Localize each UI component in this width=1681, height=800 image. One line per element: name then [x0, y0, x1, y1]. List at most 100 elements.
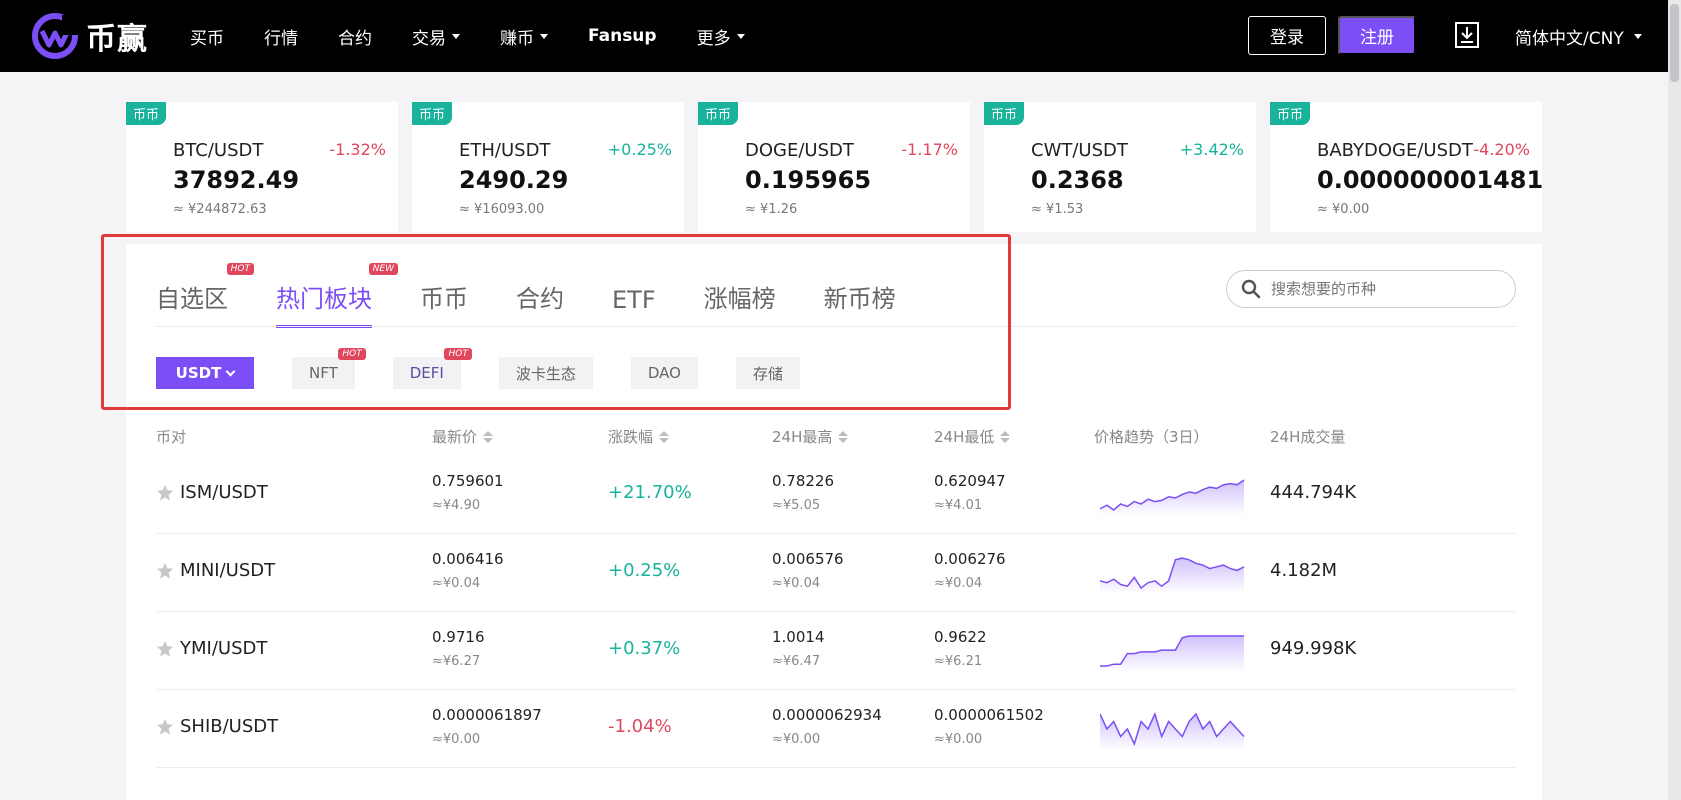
- ticker-price: 0.000000001481: [1317, 166, 1544, 194]
- high-price-cell: 0.78226 ≈¥5.05: [772, 472, 834, 513]
- market-tag: 币币: [698, 102, 739, 125]
- nav-item-label: 赚币: [500, 28, 534, 49]
- download-icon[interactable]: [1455, 22, 1479, 48]
- header-last-price[interactable]: 最新价: [432, 426, 494, 447]
- caret-down-icon: [1633, 33, 1642, 39]
- nav-item[interactable]: 赚币: [500, 24, 548, 49]
- nav-item[interactable]: 更多: [697, 24, 745, 49]
- login-button[interactable]: 登录: [1248, 16, 1326, 55]
- table-row[interactable]: ISM/USDT 0.759601 ≈¥4.90 0.78226 ≈¥5.05 0.620…: [156, 456, 1516, 534]
- sector-chip[interactable]: NFT HOT: [292, 348, 366, 389]
- low-price-cell: 0.006276 ≈¥0.04: [934, 550, 1006, 591]
- sector-chip[interactable]: 存储: [735, 357, 800, 389]
- ticker-pair: BTC/USDT: [173, 140, 264, 161]
- low-price-cell: 0.620947 ≈¥4.01: [934, 472, 1006, 513]
- tab-label: 热门板块: [276, 285, 372, 313]
- tab-1[interactable]: 自选区 HOT: [156, 263, 254, 328]
- last-price-cny: ≈¥4.90: [432, 498, 481, 513]
- sector-badge: HOT: [338, 348, 366, 360]
- table-row[interactable]: SHIB/USDT 0.0000061897 ≈¥0.00 0.0000062934 ≈…: [156, 690, 1516, 768]
- ticker-cny: ≈ ¥244872.63: [173, 202, 267, 217]
- market-tag: 币币: [984, 102, 1025, 125]
- nav-item[interactable]: Fansup: [588, 26, 657, 46]
- tab-3[interactable]: 币币: [420, 279, 468, 328]
- nav-item[interactable]: 买币: [190, 24, 224, 49]
- price-trend-sparkline: [1100, 557, 1245, 594]
- ticker-change: +3.42%: [1179, 140, 1244, 159]
- high-price-cny: ≈¥6.47: [772, 654, 821, 669]
- ticker-cards: 币币 BTC/USDT -1.32% 37892.49 ≈ ¥244872.63 币币 ET…: [126, 102, 1544, 232]
- market-tag: 币币: [412, 102, 453, 125]
- sector-chip[interactable]: DEFI HOT: [392, 348, 472, 389]
- ticker-card[interactable]: 币币 BTC/USDT -1.32% 37892.49 ≈ ¥244872.63: [126, 102, 398, 232]
- register-button[interactable]: 注册: [1338, 16, 1416, 55]
- ticker-card[interactable]: 币币 CWT/USDT +3.42% 0.2368 ≈ ¥1.53: [984, 102, 1256, 232]
- scrollbar[interactable]: [1668, 0, 1681, 800]
- last-price-value: 0.9716: [432, 628, 485, 646]
- ticker-card[interactable]: 币币 BABYDOGE/USDT -4.20% 0.000000001481 ≈ ¥0.…: [1270, 102, 1544, 232]
- ticker-cny: ≈ ¥1.53: [1031, 202, 1084, 217]
- last-price-cell: 0.9716 ≈¥6.27: [432, 628, 485, 669]
- language-selector[interactable]: 简体中文/CNY: [1515, 0, 1642, 72]
- sector-chip[interactable]: 波卡生态: [498, 357, 593, 389]
- market-tag: 币币: [1270, 102, 1311, 125]
- last-price-value: 0.759601: [432, 472, 504, 490]
- tab-4[interactable]: 合约: [516, 279, 564, 328]
- star-icon[interactable]: [156, 484, 174, 502]
- pair-cell: SHIB/USDT: [156, 716, 278, 737]
- star-icon[interactable]: [156, 562, 174, 580]
- tab-label: 新币榜: [823, 285, 896, 313]
- pair-name[interactable]: SHIB/USDT: [180, 716, 278, 737]
- star-icon[interactable]: [156, 640, 174, 658]
- pair-name[interactable]: ISM/USDT: [180, 482, 268, 503]
- nav-item[interactable]: 合约: [338, 24, 372, 49]
- change-value: +0.25%: [608, 560, 681, 581]
- nav-item[interactable]: 行情: [264, 24, 298, 49]
- scrollbar-thumb[interactable]: [1670, 4, 1679, 82]
- sector-chip[interactable]: USDT: [156, 357, 254, 389]
- search-input[interactable]: [1271, 280, 1501, 298]
- language-label: 简体中文/CNY: [1515, 28, 1624, 49]
- sparkline-area: [1100, 714, 1244, 750]
- logo[interactable]: 币赢: [32, 13, 148, 59]
- tab-label: 合约: [516, 285, 564, 313]
- tab-2[interactable]: 热门板块 NEW: [276, 263, 398, 328]
- nav-item[interactable]: 交易: [412, 24, 460, 49]
- high-price-cny: ≈¥0.00: [772, 732, 821, 747]
- sector-badge: HOT: [444, 348, 472, 360]
- tab-5[interactable]: ETF: [612, 286, 656, 328]
- high-price-cell: 0.0000062934 ≈¥0.00: [772, 706, 882, 747]
- header-24h-low[interactable]: 24H最低: [934, 426, 1011, 447]
- ticker-card[interactable]: 币币 ETH/USDT +0.25% 2490.29 ≈ ¥16093.00: [412, 102, 684, 232]
- ticker-pair: BABYDOGE/USDT: [1317, 140, 1473, 161]
- table-row[interactable]: YMI/USDT 0.9716 ≈¥6.27 1.0014 ≈¥6.47 0.9622 ≈¥…: [156, 612, 1516, 690]
- low-price-cny: ≈¥6.21: [934, 654, 983, 669]
- star-icon[interactable]: [156, 718, 174, 736]
- tab-7[interactable]: 新币榜: [824, 279, 896, 328]
- sector-chip-label: DEFI: [409, 364, 444, 382]
- high-price-value: 1.0014: [772, 628, 825, 646]
- ticker-cny: ≈ ¥1.26: [745, 202, 798, 217]
- sort-icon: [1000, 430, 1011, 443]
- ticker-card[interactable]: 币币 DOGE/USDT -1.17% 0.195965 ≈ ¥1.26: [698, 102, 970, 232]
- pair-name[interactable]: MINI/USDT: [180, 560, 275, 581]
- ticker-pair: ETH/USDT: [459, 140, 551, 161]
- tab-6[interactable]: 涨幅榜: [704, 279, 776, 328]
- header-change[interactable]: 涨跌幅: [608, 426, 670, 447]
- sector-chip[interactable]: DAO: [630, 357, 698, 389]
- table-row[interactable]: MINI/USDT 0.006416 ≈¥0.04 0.006576 ≈¥0.04 0.0…: [156, 534, 1516, 612]
- pair-name[interactable]: YMI/USDT: [180, 638, 267, 659]
- sector-chip-label: 波卡生态: [515, 364, 576, 383]
- tabs-divider: [156, 326, 1516, 327]
- price-trend-sparkline: [1100, 711, 1245, 750]
- caret-down-icon: [452, 33, 460, 39]
- tab-label: 币币: [420, 285, 468, 313]
- header-24h-high[interactable]: 24H最高: [772, 426, 849, 447]
- search-box[interactable]: [1226, 270, 1516, 308]
- ticker-change: +0.25%: [607, 140, 672, 159]
- last-price-cell: 0.0000061897 ≈¥0.00: [432, 706, 542, 747]
- volume-value: 949.998K: [1270, 638, 1357, 659]
- sparkline-area: [1100, 558, 1244, 594]
- nav-menu: 买币 行情 合约 交易 赚币 Fansup 更多: [190, 0, 785, 72]
- top-navbar: 币赢 买币 行情 合约 交易 赚币 Fansup 更多 登录 注册 简体中文/CNY: [0, 0, 1668, 72]
